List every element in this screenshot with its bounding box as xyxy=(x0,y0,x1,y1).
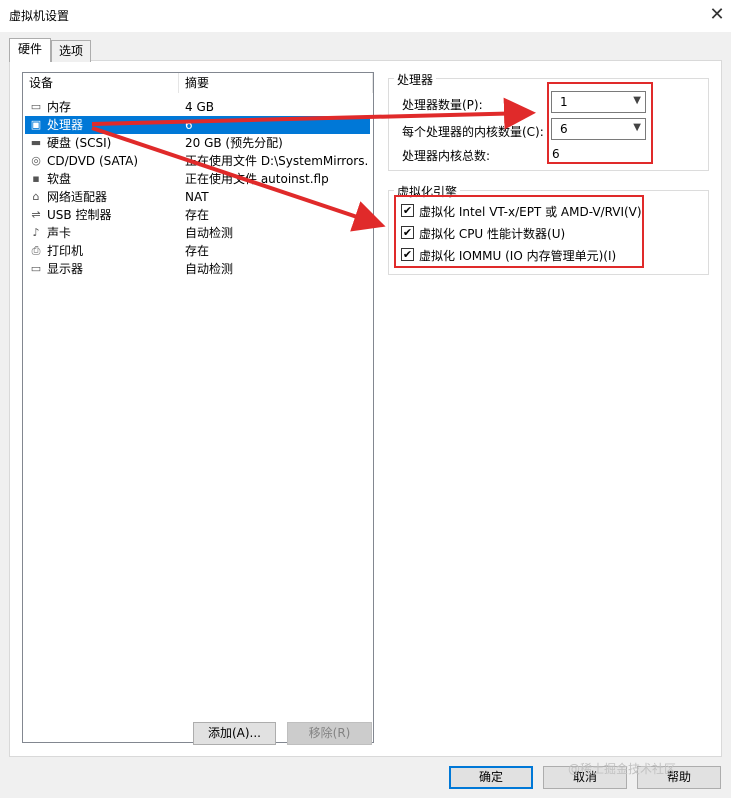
floppy-icon: ▪ xyxy=(32,172,40,185)
device-summary: 存在 xyxy=(185,244,210,258)
add-device-button[interactable]: 添加(A)... xyxy=(193,722,276,745)
device-row-processor[interactable]: ▣ 处理器 6 xyxy=(25,116,370,134)
display-icon: ▭ xyxy=(30,262,42,275)
device-name: 软盘 xyxy=(47,172,72,186)
device-name: 处理器 xyxy=(47,118,84,132)
remove-device-button[interactable]: 移除(R) xyxy=(287,722,372,745)
device-summary: 存在 xyxy=(185,208,210,222)
watermark: @稀土掘金技术社区 xyxy=(568,762,677,776)
window-title: 虚拟机设置 xyxy=(9,9,70,23)
cores-per-processor-label: 每个处理器的内核数量(C): xyxy=(402,125,544,139)
ok-button[interactable]: 确定 xyxy=(449,766,533,789)
device-row-usb-controller[interactable]: ⇌ USB 控制器 存在 xyxy=(25,206,370,224)
tab-hardware[interactable]: 硬件 xyxy=(9,38,51,62)
usb-controller-icon: ⇌ xyxy=(31,208,41,221)
device-name: 打印机 xyxy=(47,244,84,258)
sound-card-icon: ♪ xyxy=(32,226,40,239)
network-adapter-icon: ⌂ xyxy=(32,190,40,203)
device-name: USB 控制器 xyxy=(47,208,112,222)
device-name: 显示器 xyxy=(47,262,84,276)
device-row-cd-dvd[interactable]: ◎ CD/DVD (SATA) 正在使用文件 D:\SystemMirrors.… xyxy=(25,152,370,170)
device-name: CD/DVD (SATA) xyxy=(47,154,139,168)
printer-icon: ⎙ xyxy=(31,244,41,257)
title-bar xyxy=(0,0,731,32)
device-summary: 20 GB (预先分配) xyxy=(185,136,283,150)
column-header-device[interactable]: 设备 xyxy=(23,73,179,93)
annotation-highlight-processor xyxy=(547,82,653,164)
cd-dvd-icon: ◎ xyxy=(31,154,41,167)
processor-icon: ▣ xyxy=(30,118,42,131)
hard-disk-icon: ▬ xyxy=(30,136,42,149)
memory-icon: ▭ xyxy=(30,100,42,113)
device-summary: 4 GB xyxy=(185,100,214,114)
tab-options[interactable]: 选项 xyxy=(51,40,91,62)
device-summary: 6 xyxy=(185,118,193,132)
device-summary: NAT xyxy=(185,190,209,204)
device-summary: 正在使用文件 D:\SystemMirrors... xyxy=(185,154,368,168)
device-name: 内存 xyxy=(47,100,72,114)
device-summary: 自动检测 xyxy=(185,226,234,240)
device-row-printer[interactable]: ⎙ 打印机 存在 xyxy=(25,242,370,260)
device-row-floppy[interactable]: ▪ 软盘 正在使用文件 autoinst.flp xyxy=(25,170,370,188)
device-summary: 自动检测 xyxy=(185,262,234,276)
device-summary: 正在使用文件 autoinst.flp xyxy=(185,172,329,186)
device-row-sound-card[interactable]: ♪ 声卡 自动检测 xyxy=(25,224,370,242)
device-row-hard-disk[interactable]: ▬ 硬盘 (SCSI) 20 GB (预先分配) xyxy=(25,134,370,152)
column-header-summary[interactable]: 摘要 xyxy=(179,73,373,93)
device-row-display[interactable]: ▭ 显示器 自动检测 xyxy=(25,260,370,278)
device-row-network-adapter[interactable]: ⌂ 网络适配器 NAT xyxy=(25,188,370,206)
close-icon[interactable]: ✕ xyxy=(705,3,729,27)
total-cores-label: 处理器内核总数: xyxy=(402,149,491,163)
device-name: 网络适配器 xyxy=(47,190,108,204)
annotation-highlight-virtualization xyxy=(394,195,644,268)
device-name: 声卡 xyxy=(47,226,72,240)
device-name: 硬盘 (SCSI) xyxy=(47,136,112,150)
device-row-memory[interactable]: ▭ 内存 4 GB xyxy=(25,98,370,116)
processor-count-label: 处理器数量(P): xyxy=(402,98,483,112)
device-list[interactable]: 设备 摘要 ▭ 内存 4 GB ▣ 处理器 6 ▬ 硬盘 (SCSI) 20 G… xyxy=(22,72,374,743)
processor-group-label: 处理器 xyxy=(394,71,437,88)
